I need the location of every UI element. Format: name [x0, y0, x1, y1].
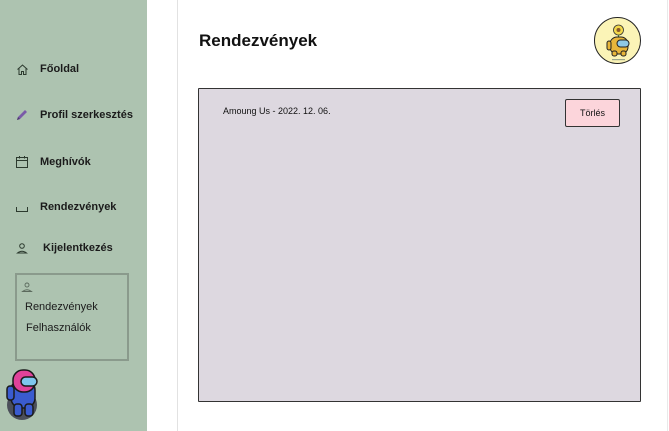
crewmate-icon: [5, 368, 45, 420]
sidebar-item-label: Főoldal: [40, 63, 80, 75]
sidebar-item-logout[interactable]: Kijelentkezés: [14, 240, 113, 256]
divider: [177, 0, 178, 431]
admin-menu: Rendezvények Felhasználók: [15, 273, 129, 361]
sidebar-item-events[interactable]: Rendezvények: [14, 199, 116, 215]
sidebar-item-invitations[interactable]: Meghívók: [14, 154, 91, 170]
sidebar-item-label: Rendezvények: [40, 201, 117, 213]
admin-link-events[interactable]: Rendezvények: [25, 301, 98, 313]
page-title: Rendezvények: [199, 31, 318, 50]
pencil-icon: [14, 107, 30, 123]
sidebar-item-home[interactable]: Főoldal: [14, 61, 79, 77]
user-icon: [14, 240, 30, 256]
admin-link-users[interactable]: Felhasználók: [26, 322, 91, 334]
sidebar-item-profile-edit[interactable]: Profil szerkesztés: [14, 107, 133, 123]
event-item: Amoung Us - 2022. 12. 06.: [223, 106, 331, 116]
sidebar-item-label: Meghívók: [40, 156, 91, 168]
profile-avatar[interactable]: [594, 17, 641, 64]
calendar-icon: [14, 154, 30, 170]
sidebar-item-label: Profil szerkesztés: [40, 109, 133, 121]
events-panel: Amoung Us - 2022. 12. 06. Törlés: [198, 88, 641, 402]
crewmate-avatar-icon: [606, 24, 630, 61]
user-icon: [21, 280, 33, 292]
tray-icon: [14, 199, 30, 215]
home-icon: [14, 61, 30, 77]
sidebar: Főoldal Profil szerkesztés Meghívók Rend…: [0, 0, 147, 431]
delete-button[interactable]: Törlés: [565, 99, 620, 127]
sidebar-item-label: Kijelentkezés: [43, 242, 113, 254]
divider: [667, 0, 668, 431]
